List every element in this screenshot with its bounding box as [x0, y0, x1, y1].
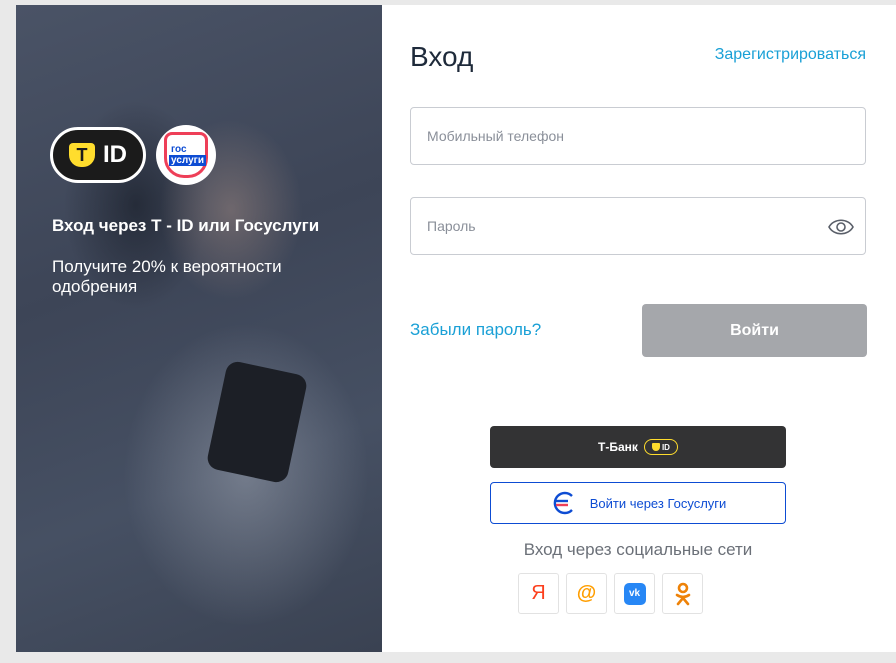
ok-icon [675, 582, 690, 605]
mail-icon: @ [576, 582, 597, 604]
social-login-buttons: Я @ vk [518, 573, 703, 614]
yandex-login-button[interactable]: Я [518, 573, 559, 614]
yandex-icon: Я [531, 582, 546, 604]
mail-login-button[interactable]: @ [566, 573, 607, 614]
login-card: T ID гос услуги Вход через Т - ID или Го… [16, 5, 896, 652]
tbank-id-button[interactable]: Т-Банк ID [490, 426, 786, 468]
t-shield-icon: T [69, 143, 95, 167]
password-field [410, 197, 866, 255]
gosuslugi-login-button[interactable]: Войти через Госуслуги [490, 482, 786, 524]
gosuslugi-button-label: Войти через Госуслуги [589, 495, 727, 511]
register-link[interactable]: Зарегистрироваться [715, 46, 866, 64]
eye-icon[interactable] [827, 213, 855, 241]
t-id-logo-text: ID [103, 141, 127, 168]
vk-icon: vk [623, 582, 646, 605]
gosuslugi-logo-line2: услуги [169, 154, 206, 166]
t-id-logo: T ID [50, 127, 146, 183]
promo-badges: T ID гос услуги [50, 125, 216, 185]
ok-login-button[interactable] [662, 573, 703, 614]
promo-title: Вход через Т - ID или Госуслуги [52, 216, 320, 235]
tbank-button-label: Т-Банк [598, 440, 638, 454]
gosuslugi-logo: гос услуги [156, 125, 216, 185]
password-input[interactable] [411, 198, 827, 254]
phone-field [410, 107, 866, 165]
promo-panel: T ID гос услуги Вход через Т - ID или Го… [16, 5, 382, 652]
page-title: Вход [410, 41, 474, 72]
t-id-badge-icon: ID [643, 439, 678, 455]
login-button[interactable]: Войти [642, 304, 867, 357]
promo-photo-phone [205, 359, 309, 485]
t-shield-mini-icon [651, 443, 660, 451]
gosuslugi-icon [553, 491, 573, 515]
promo-subtitle: Получите 20% к вероятности одобрения [52, 257, 282, 296]
forgot-password-link[interactable]: Забыли пароль? [410, 320, 541, 340]
social-login-title: Вход через социальные сети [523, 540, 753, 559]
vk-login-button[interactable]: vk [614, 573, 655, 614]
t-id-badge-text: ID [661, 442, 670, 452]
phone-input[interactable] [411, 108, 827, 164]
gosuslugi-logo-line1: гос [171, 143, 187, 155]
gosuslugi-shield-icon: гос услуги [164, 132, 208, 178]
